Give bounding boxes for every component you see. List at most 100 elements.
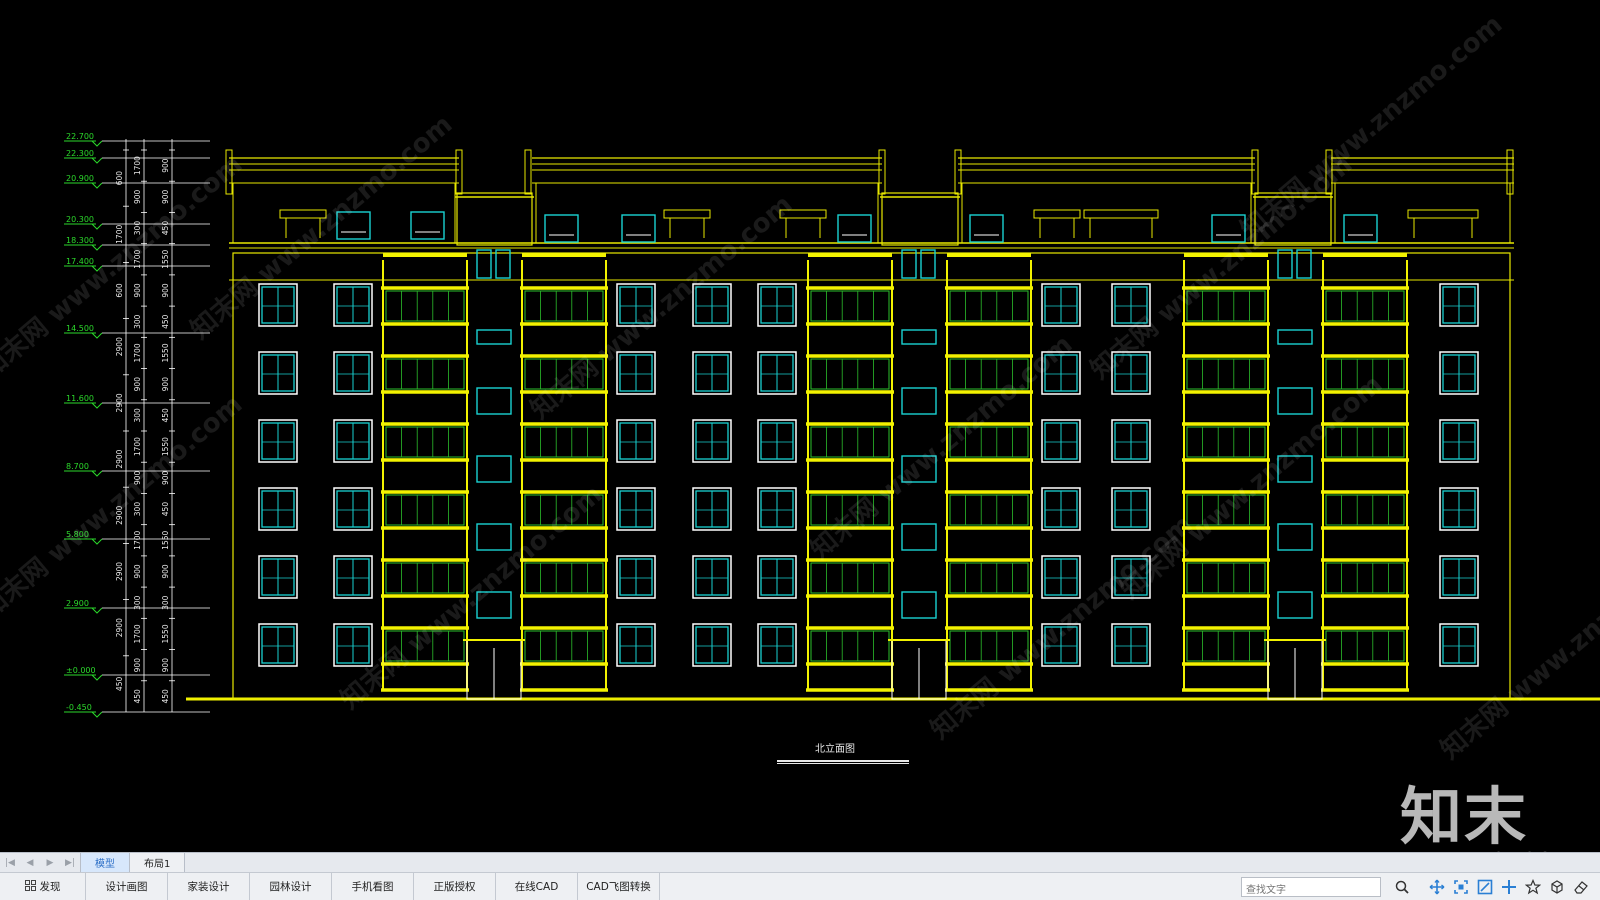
roof-window <box>410 211 445 240</box>
dimension-label: 1700 <box>133 343 142 362</box>
parapet-post <box>455 149 463 195</box>
dimension-label: 900 <box>161 158 170 173</box>
level-triangle <box>91 182 103 189</box>
home-design-button[interactable]: 家装设计 <box>168 873 250 900</box>
dimension-label: 1550 <box>161 531 170 550</box>
balcony-glazing <box>524 630 604 662</box>
roof-canopy <box>663 209 711 219</box>
star-icon[interactable] <box>1524 878 1542 896</box>
level-label: 22.700 <box>66 132 94 141</box>
level-label: 20.300 <box>66 215 94 224</box>
balcony-glazing <box>949 290 1029 322</box>
next-tab-icon[interactable]: ▶ <box>40 853 60 872</box>
stair-window <box>476 329 512 345</box>
stair-tower <box>456 192 533 246</box>
level-triangle <box>91 470 103 477</box>
dimension-label: 2900 <box>115 562 124 581</box>
first-tab-icon[interactable]: |◀ <box>0 853 20 872</box>
roof-window <box>1343 214 1378 243</box>
title-underline <box>777 760 909 764</box>
dimension-label: 300 <box>133 314 142 329</box>
dimension-label: 1700 <box>133 156 142 175</box>
stair-window <box>476 387 512 415</box>
dimension-label: 450 <box>161 408 170 423</box>
level-label: -0.450 <box>66 703 92 712</box>
balcony-glazing <box>1325 290 1405 322</box>
dimension-label: 300 <box>133 595 142 610</box>
balcony-glazing <box>524 562 604 594</box>
design-drawing-button[interactable]: 设计画图 <box>86 873 168 900</box>
dimension-label: 450 <box>161 502 170 517</box>
tab-model[interactable]: 模型 <box>80 853 130 872</box>
crosshair-icon[interactable] <box>1500 878 1518 896</box>
level-triangle <box>91 607 103 614</box>
balcony-glazing <box>1325 630 1405 662</box>
dimension-label: 900 <box>161 283 170 298</box>
roof-window <box>969 214 1004 243</box>
roof-canopy <box>1083 209 1159 219</box>
zoom-window-icon[interactable] <box>1476 878 1494 896</box>
stair-top-window <box>476 249 492 279</box>
stair-window <box>901 387 937 415</box>
level-label: 2.900 <box>66 599 89 608</box>
bottom-toolbar: 发现 设计画图 家装设计 园林设计 手机看图 正版授权 在线CAD CAD飞图转… <box>0 872 1600 900</box>
stair-top-window <box>1296 249 1312 279</box>
dimension-label: 900 <box>161 658 170 673</box>
online-cad-button[interactable]: 在线CAD <box>496 873 578 900</box>
zoom-extents-icon[interactable] <box>1452 878 1470 896</box>
mobile-view-button[interactable]: 手机看图 <box>332 873 414 900</box>
level-label: ±0.000 <box>66 666 96 675</box>
prev-tab-icon[interactable]: ◀ <box>20 853 40 872</box>
cube-icon[interactable] <box>1548 878 1566 896</box>
level-triangle <box>91 674 103 681</box>
balcony-glazing <box>1325 494 1405 526</box>
dimension-label: 450 <box>161 689 170 704</box>
stair-top-window <box>1277 249 1293 279</box>
balcony-glazing <box>385 290 465 322</box>
dimension-label: 900 <box>133 283 142 298</box>
drawing-title: 北立面图 <box>815 744 855 755</box>
balcony-glazing <box>1186 358 1266 390</box>
level-label: 8.700 <box>66 462 89 471</box>
stair-top-window <box>920 249 936 279</box>
elevation-drawing: 22.700 22.300 20.900 20.300 18.300 17.400 14.5… <box>0 9 1600 765</box>
roof-canopy <box>1407 209 1479 219</box>
stair-window <box>901 523 937 551</box>
dimension-label: 1700 <box>133 624 142 643</box>
pan-icon[interactable] <box>1428 878 1446 896</box>
dimension-label: 900 <box>161 564 170 579</box>
eraser-icon[interactable] <box>1572 878 1590 896</box>
dimension-label: 900 <box>133 564 142 579</box>
dimension-label: 1700 <box>133 437 142 456</box>
level-label: 11.600 <box>66 394 94 403</box>
tab-layout1[interactable]: 布局1 <box>130 853 186 872</box>
license-button[interactable]: 正版授权 <box>414 873 496 900</box>
garden-design-button[interactable]: 园林设计 <box>250 873 332 900</box>
discover-button[interactable]: 发现 <box>0 873 86 900</box>
roof-window <box>544 214 579 243</box>
level-triangle <box>91 244 103 251</box>
level-label: 22.300 <box>66 149 94 158</box>
dimension-label: 450 <box>161 314 170 329</box>
stair-window <box>901 591 937 619</box>
dimension-label: 300 <box>161 595 170 610</box>
search-input[interactable] <box>1242 881 1380 900</box>
level-triangle <box>91 402 103 409</box>
search-icon[interactable] <box>1388 877 1416 897</box>
balcony-glazing <box>385 494 465 526</box>
cad-convert-button[interactable]: CAD飞图转换 <box>578 873 660 900</box>
parapet-post <box>524 149 532 195</box>
last-tab-icon[interactable]: ▶| <box>60 853 80 872</box>
level-triangle <box>91 332 103 339</box>
balcony-glazing <box>1325 562 1405 594</box>
parapet-post <box>1251 149 1259 195</box>
balcony-glazing <box>810 630 890 662</box>
dimension-label: 450 <box>133 689 142 704</box>
dimension-label: 1550 <box>161 343 170 362</box>
dimension-label: 2900 <box>115 618 124 637</box>
roof-window <box>621 214 656 243</box>
cad-canvas[interactable]: 22.700 22.300 20.900 20.300 18.300 17.400 14.5… <box>0 0 1600 876</box>
dimension-label: 2900 <box>115 393 124 412</box>
stair-window <box>1277 387 1313 415</box>
dimension-label: 600 <box>115 171 124 186</box>
